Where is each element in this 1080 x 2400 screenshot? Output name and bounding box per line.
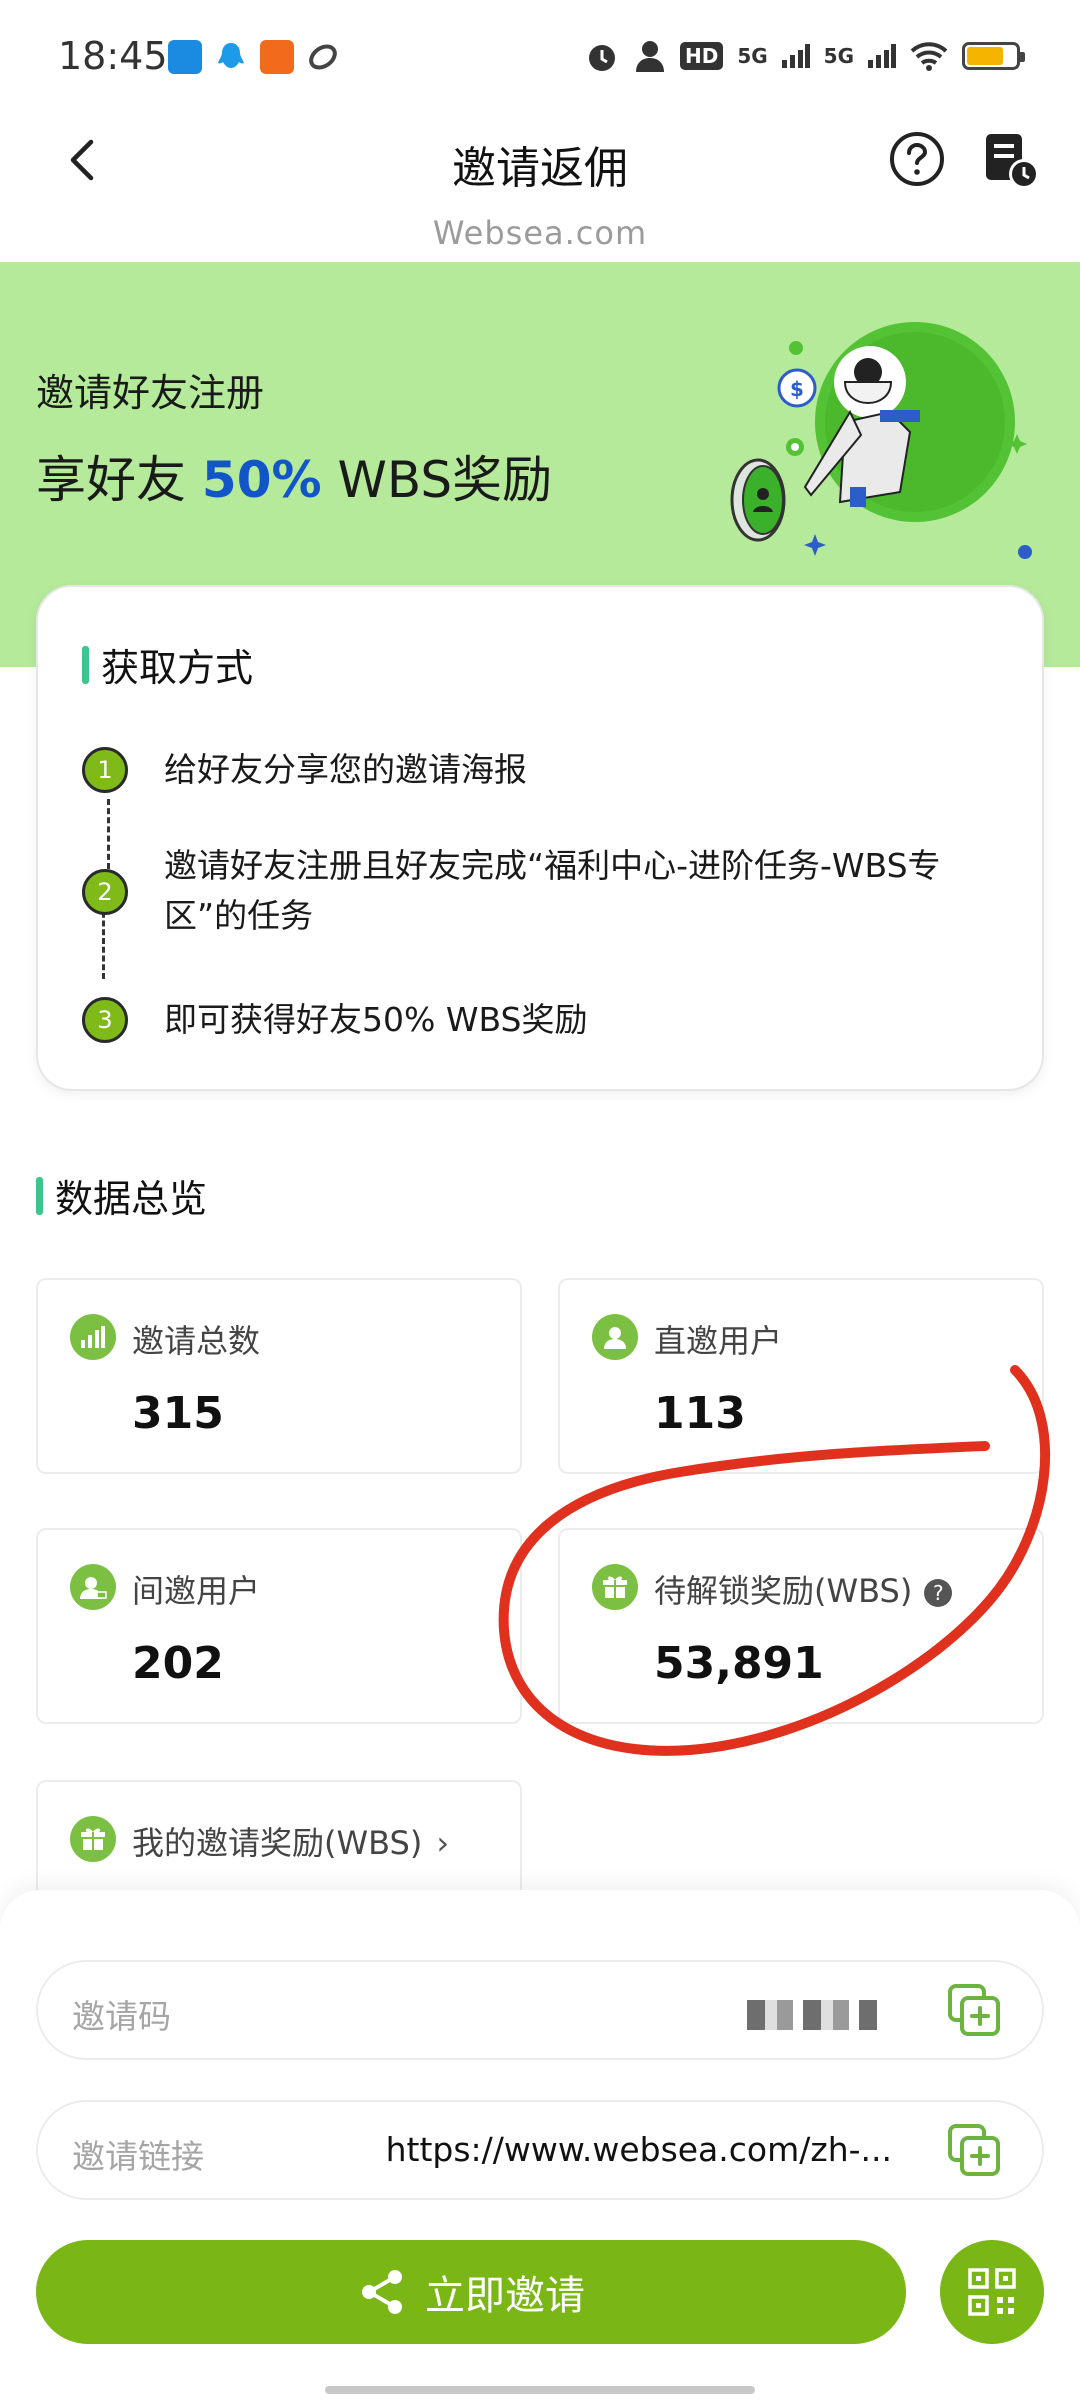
section-title-overview: 数据总览 xyxy=(36,1168,207,1223)
my-reward-text: 我的邀请奖励(WBS) xyxy=(132,1824,423,1862)
copy-icon[interactable] xyxy=(944,2122,1004,2182)
invite-now-label: 立即邀请 xyxy=(425,2273,585,2319)
stat-value: 53,891 xyxy=(654,1638,824,1689)
hd-badge: HD xyxy=(679,42,724,70)
invite-illustration: $ xyxy=(730,322,1032,559)
alarm-icon xyxy=(588,45,615,71)
hero-subtitle: 邀请好友注册 xyxy=(36,371,265,415)
title-accent-bar xyxy=(82,645,89,684)
signal-bars-icon xyxy=(70,1314,116,1360)
invite-link-field: 邀请链接 https://www.websea.com/zh-... xyxy=(36,2100,1044,2200)
copy-icon[interactable] xyxy=(944,1982,1004,2042)
network-5g-1: 5G xyxy=(737,44,768,68)
app-notification-icon xyxy=(168,40,202,74)
help-icon[interactable]: ? xyxy=(924,1579,953,1607)
stat-value: 113 xyxy=(654,1388,746,1439)
link-app-icon xyxy=(306,40,340,74)
user-sub-icon xyxy=(70,1564,116,1610)
home-indicator[interactable] xyxy=(325,2386,755,2394)
hero-headline-prefix: 享好友 xyxy=(36,451,202,509)
chevron-right-icon: › xyxy=(436,1824,450,1862)
status-time: 18:45 xyxy=(58,34,168,78)
stat-card-locked-rewards: 待解锁奖励(WBS)? 53,891 xyxy=(558,1528,1044,1724)
invite-code-value-redacted xyxy=(747,2000,877,2030)
invite-code-field: 邀请码 xyxy=(36,1960,1044,2060)
step-number-2: 2 xyxy=(82,869,128,915)
stat-value: 315 xyxy=(132,1388,224,1439)
signal-icon-2 xyxy=(868,44,896,68)
my-reward-label: 我的邀请奖励(WBS) › xyxy=(132,1818,449,1864)
my-invite-rewards-link[interactable]: 我的邀请奖励(WBS) › xyxy=(36,1780,522,1900)
qr-code-button[interactable] xyxy=(940,2240,1044,2344)
question-circle-icon[interactable] xyxy=(888,130,946,188)
stat-value: 202 xyxy=(132,1638,224,1689)
status-indicators: HD 5G 5G xyxy=(584,38,1025,74)
chat-app-icon xyxy=(214,40,248,74)
document-clock-icon[interactable] xyxy=(980,130,1042,192)
step-connector-1 xyxy=(107,799,110,869)
step-text-2: 邀请好友注册且好友完成“福利中心-进阶任务-WBS专区”的任务 xyxy=(164,846,941,935)
qr-code-icon xyxy=(968,2268,1016,2316)
user-icon xyxy=(592,1314,638,1360)
hero-headline: 享好友 50% WBS奖励 xyxy=(36,440,552,512)
gift-icon xyxy=(70,1816,116,1862)
battery-icon xyxy=(962,42,1025,70)
signal-icon-1 xyxy=(781,44,810,68)
invite-link-label: 邀请链接 xyxy=(72,2137,204,2176)
step-text-1: 给好友分享您的邀请海报 xyxy=(164,750,527,789)
how-to-earn-title: 获取方式 xyxy=(101,646,254,690)
step-number-3: 3 xyxy=(82,997,128,1043)
stat-card-direct-invites: 直邀用户 113 xyxy=(558,1278,1044,1474)
title-accent-bar xyxy=(36,1176,43,1215)
step-text-3: 即可获得好友50% WBS奖励 xyxy=(164,1000,588,1039)
stat-label: 间邀用户 xyxy=(132,1572,261,1610)
overview-title: 数据总览 xyxy=(55,1177,208,1221)
gift-icon xyxy=(592,1564,638,1610)
step-number-1: 1 xyxy=(82,747,128,793)
locked-reward-label: 待解锁奖励(WBS) xyxy=(654,1572,913,1610)
how-to-earn-card: 获取方式 1 给好友分享您的邀请海报 2 邀请好友注册且好友完成“福利中心-进阶… xyxy=(36,585,1044,1091)
sale-app-icon xyxy=(260,40,294,74)
nav-bar: 邀请返佣 xyxy=(0,110,1080,210)
stat-label: 直邀用户 xyxy=(654,1322,783,1360)
network-5g-2: 5G xyxy=(823,44,854,68)
stat-label: 邀请总数 xyxy=(132,1322,261,1360)
section-title-how-to-earn: 获取方式 xyxy=(82,637,253,692)
status-bar: 18:45 HD 5G 5G xyxy=(0,0,1080,110)
wifi-icon xyxy=(910,42,948,71)
stat-card-total-invites: 邀请总数 315 xyxy=(36,1278,522,1474)
status-app-icons xyxy=(168,40,340,74)
invite-link-value: https://www.websea.com/zh-... xyxy=(385,2130,892,2169)
hero-headline-suffix: WBS奖励 xyxy=(321,451,553,509)
share-icon xyxy=(362,2270,402,2314)
watermark: Websea.com xyxy=(432,214,648,252)
hero-headline-accent: 50% xyxy=(201,451,322,509)
stat-label: 待解锁奖励(WBS)? xyxy=(654,1566,953,1612)
stat-card-indirect-invites: 间邀用户 202 xyxy=(36,1528,522,1724)
svg-text:$: $ xyxy=(790,377,804,401)
invite-now-button[interactable]: 立即邀请 xyxy=(36,2240,906,2344)
invite-code-label: 邀请码 xyxy=(72,1997,171,2036)
person-icon xyxy=(635,41,664,72)
